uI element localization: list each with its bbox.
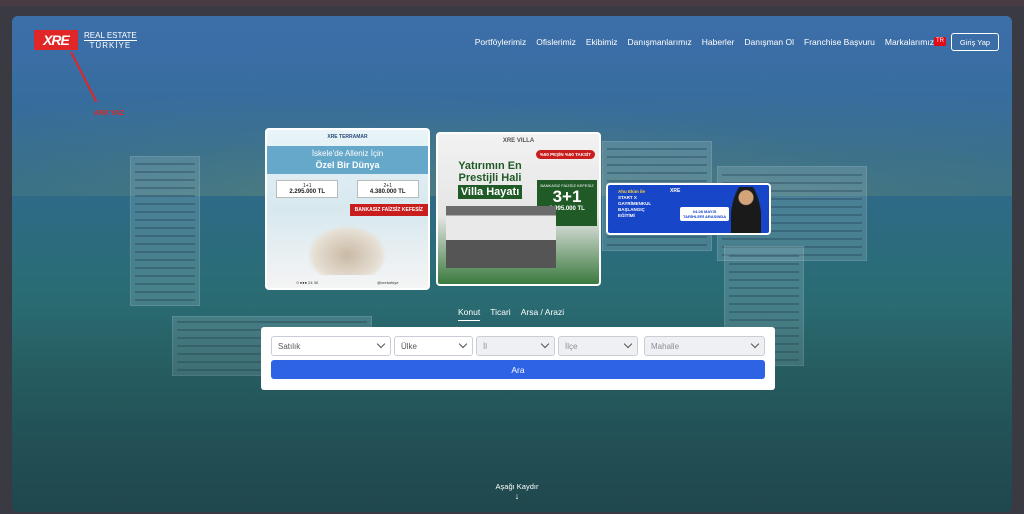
price-value: 4.380.000 TL [369,189,406,195]
select-value: İlçe [565,342,578,351]
banner-footer: 0 ●●● 24 30 @xreturkiye [267,280,428,285]
nav-consultants[interactable]: Danışmanlarımız [628,37,692,47]
logo-line-1: REAL ESTATE [84,30,137,40]
listing-type-select[interactable]: Satılık [271,336,391,356]
family-photo [307,225,387,275]
nav-offices[interactable]: Ofislerimiz [536,37,576,47]
banner-phone: 0 ●●● 24 30 [296,280,319,285]
language-flag-icon[interactable]: TR [934,37,946,46]
nav-franchise[interactable]: Franchise Başvuru [804,37,875,47]
nav-team[interactable]: Ekibimiz [586,37,618,47]
search-panel: Satılık Ülke İl İlçe Mahalle Ara [261,327,775,390]
instructor-photo [731,187,761,233]
neighborhood-select[interactable]: Mahalle [644,336,765,356]
chevron-down-icon [750,339,760,349]
dates-line: TARİHLERİ ARASINDA [683,214,727,219]
select-value: İl [483,342,487,351]
offer-room-type: 3+1 [552,187,582,206]
logo-text: REAL ESTATE TÜRKİYE [84,31,137,50]
scroll-label: Aşağı Kaydır [495,482,539,491]
banner-tag: BANKASIZ FAİZSİZ KEFESİZ [349,204,428,216]
banner-handle: @xreturkiye [377,280,399,285]
country-select[interactable]: Ülke [394,336,473,356]
select-value: Ülke [401,342,418,351]
banner-pill: %50 PEŞİN %50 TAKSİT [535,150,595,159]
main-nav: Portföylerimiz Ofislerimiz Ekibimiz Danı… [475,37,934,47]
nav-become-consultant[interactable]: Danışman Ol [744,37,794,47]
banner-line: EĞİTİMİ [618,213,635,218]
villa-photo [446,206,556,268]
logo-line-2: TÜRKİYE [84,39,137,50]
chevron-down-icon [540,339,550,349]
city-select[interactable]: İl [476,336,555,356]
chevron-down-icon [623,339,633,349]
price-value: 2.295.000 TL [289,189,326,195]
search-button[interactable]: Ara [271,360,765,379]
banner-logo: XRE [670,188,681,194]
login-button[interactable]: Giriş Yap [951,33,999,51]
chevron-down-icon [458,339,468,349]
price-card: 1+1 2.295.000 TL [276,180,339,198]
banner-subheading: Özel Bir Dünya [267,160,428,174]
tab-ticari[interactable]: Ticari [490,307,510,321]
browser-top-strip [0,0,1024,6]
hero-section: XRE REAL ESTATE TÜRKİYE ARX YAZ Portföyl… [12,16,1012,512]
nav-portfolios[interactable]: Portföylerimiz [475,37,526,47]
banner-text: Ahu Ekim ile START X GAYRİMENKUL BAŞLANG… [618,189,651,219]
banner-title-line: Yatırımın En [458,160,522,172]
select-value: Satılık [278,342,301,351]
logo-mark: XRE [34,30,78,50]
promo-banner-training[interactable]: Ahu Ekim ile START X GAYRİMENKUL BAŞLANG… [606,183,771,235]
select-value: Mahalle [651,342,680,351]
promo-banner-villa[interactable]: XRE VILLA %50 PEŞİN %50 TAKSİT Yatırımın… [436,132,601,286]
promo-banner-terramar[interactable]: XRE TERRAMAR İskele'de Alleniz İçin Özel… [265,128,430,290]
banner-title: Yatırımın En Prestijli Hali Villa Hayatı [450,160,530,199]
price-card: 2+1 4.380.000 TL [356,180,419,198]
banner-dates: 04-08 MAYIS TARİHLERİ ARASINDA [680,207,730,221]
banner-heading: İskele'de Alleniz İçin [267,146,428,160]
tab-arsa[interactable]: Arsa / Arazi [521,307,564,321]
annotation-note: ARX YAZ [94,110,124,117]
banner-brand: XRE VILLA [502,138,535,144]
chevron-down-icon [376,339,386,349]
nav-news[interactable]: Haberler [702,37,735,47]
banner-title-line: Prestijli Hali [458,172,522,184]
background-building [130,156,200,306]
district-select[interactable]: İlçe [558,336,638,356]
search-tabs: Konut Ticari Arsa / Arazi [458,307,564,321]
banner-brand: XRE TERRAMAR [327,134,368,140]
scroll-down-hint[interactable]: Aşağı Kaydır ↓ [492,482,542,501]
banner-prices: 1+1 2.295.000 TL 2+1 4.380.000 TL [267,180,428,198]
nav-brands[interactable]: Markalarımız [885,37,934,47]
arrow-down-icon: ↓ [514,491,520,501]
tab-konut[interactable]: Konut [458,307,481,321]
banner-title-line: Villa Hayatı [457,185,523,199]
site-logo[interactable]: XRE REAL ESTATE TÜRKİYE [34,30,137,50]
